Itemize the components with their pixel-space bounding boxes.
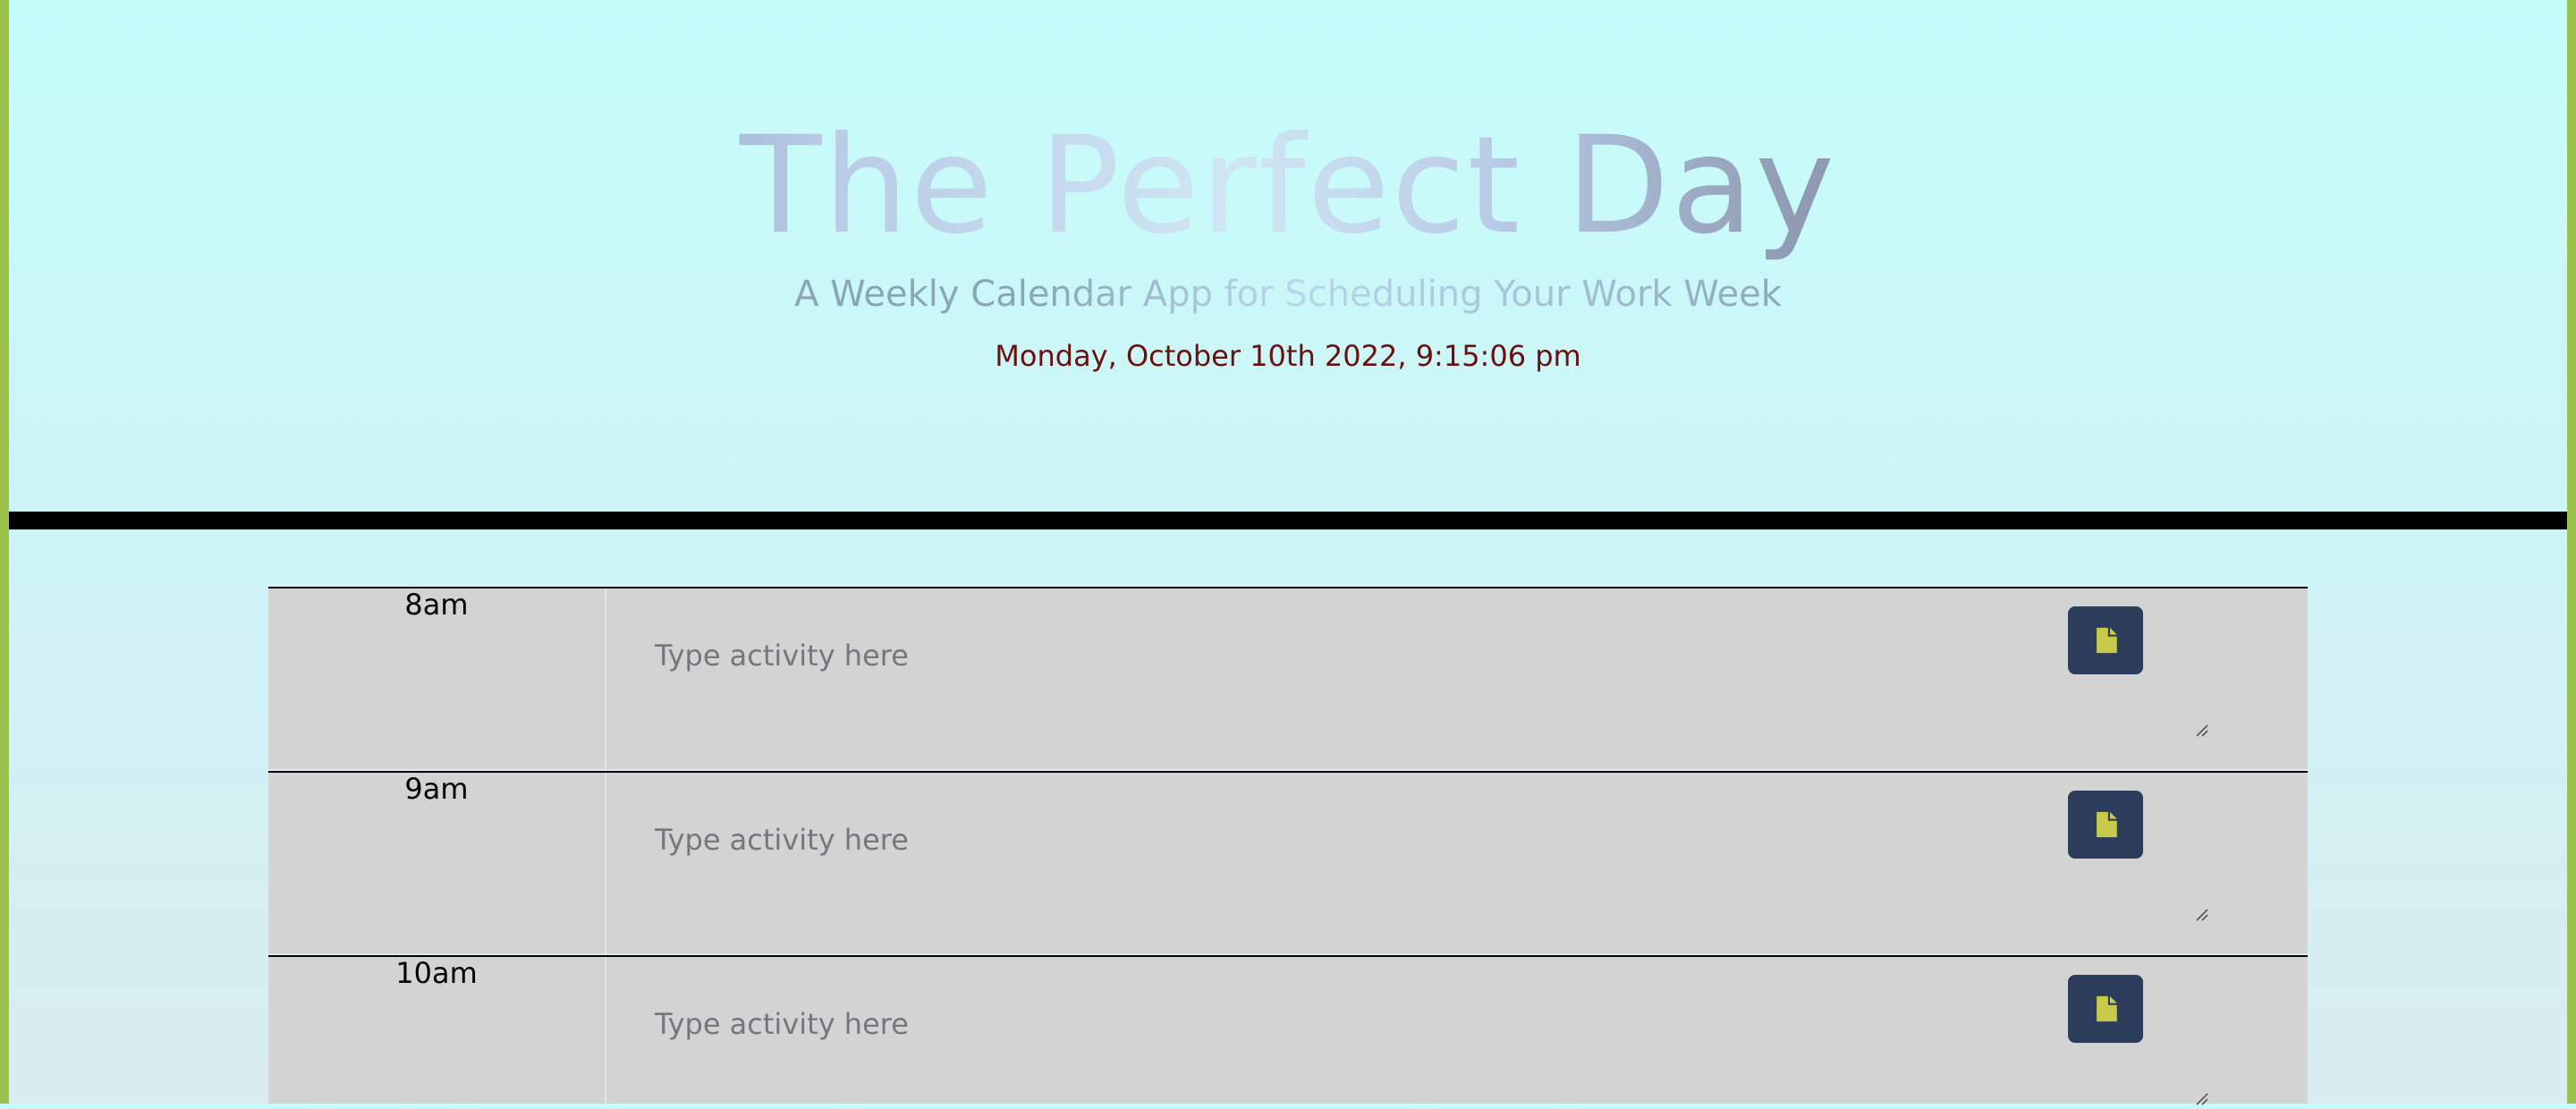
save-button[interactable]: [2068, 791, 2143, 859]
header: The Perfect Day A Weekly Calendar App fo…: [9, 0, 2567, 512]
save-button[interactable]: [2068, 975, 2143, 1043]
file-icon: [2097, 811, 2117, 838]
file-icon: [2097, 627, 2117, 654]
right-border: [2567, 0, 2576, 1104]
left-border: [0, 0, 9, 1104]
current-date: Monday, October 10th 2022, 9:15:06 pm: [995, 339, 1581, 373]
time-block-8am: 8am: [268, 587, 2308, 769]
header-divider: [9, 512, 2567, 529]
activity-input[interactable]: [608, 608, 2211, 741]
resize-handle-icon[interactable]: [2194, 907, 2208, 921]
page-subtitle: A Weekly Calendar App for Scheduling You…: [9, 268, 2567, 320]
activity-input[interactable]: [608, 792, 2211, 925]
activity-input[interactable]: [608, 977, 2211, 1109]
hour-label: 8am: [268, 588, 606, 769]
title-word-day: Day: [1565, 108, 1836, 264]
time-block-10am: 10am: [268, 955, 2308, 1109]
file-icon: [2097, 995, 2117, 1022]
title-word-the: The: [739, 108, 995, 264]
save-button[interactable]: [2068, 606, 2143, 674]
hour-label: 9am: [268, 773, 606, 953]
time-block-9am: 9am: [268, 771, 2308, 953]
resize-handle-icon[interactable]: [2194, 723, 2208, 737]
hour-label: 10am: [268, 957, 606, 1104]
title-word-perfect: Perfect: [1038, 108, 1522, 264]
page-title: The Perfect Day: [9, 106, 2567, 267]
